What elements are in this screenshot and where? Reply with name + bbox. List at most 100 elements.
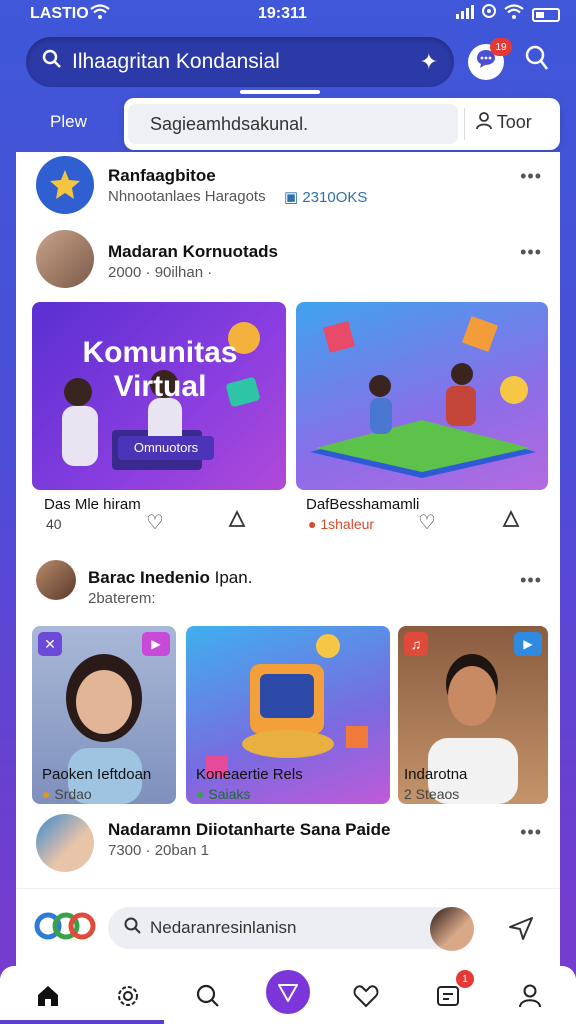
divider <box>464 108 465 140</box>
send-icon[interactable] <box>508 915 534 948</box>
carrier-label: LASTIO <box>30 5 89 22</box>
post-header[interactable]: Ranfaagbitoe Nhnootanlaes Haragots ▣ 231… <box>16 156 560 226</box>
tile-subtitle-text: Srdao <box>54 786 92 802</box>
post-author-suffix: Ipan. <box>214 568 253 587</box>
post-author: Barac Inedenio Ipan. <box>88 568 252 588</box>
more-icon[interactable]: ••• <box>520 822 542 843</box>
tile-overlay-title: Komunitas Virtual <box>82 336 238 403</box>
post-stat-value: 2310OKS <box>302 189 368 206</box>
location-icon <box>482 4 496 25</box>
nav-settings[interactable] <box>108 976 148 1016</box>
nav-create[interactable] <box>266 970 310 1014</box>
tile-subtitle-text: Saiaks <box>208 786 251 802</box>
post-author: Nadaramn Diiotanharte Sana Paide <box>108 820 391 839</box>
gear-icon <box>118 986 138 1006</box>
more-icon[interactable]: ••• <box>520 166 542 187</box>
tile-subtitle-text: 1shaleur <box>320 516 375 532</box>
community-avatar <box>36 156 94 214</box>
nav-search[interactable] <box>188 976 228 1016</box>
search-icon <box>196 984 219 1007</box>
inbox-icon <box>437 986 459 1006</box>
secondary-search-input[interactable]: Sagieamhdsakunal. <box>128 104 458 144</box>
tour-button[interactable]: Toor <box>476 112 532 133</box>
tile-caption: Indarotna <box>404 766 468 783</box>
search-icon <box>124 917 142 940</box>
chat-badge: 19 <box>490 38 512 56</box>
wifi-icon <box>90 4 110 25</box>
send-icon <box>278 984 298 1002</box>
nav-home[interactable] <box>28 976 68 1016</box>
feed-card: Ranfaagbitoe Nhnootanlaes Haragots ▣ 231… <box>16 152 560 964</box>
top-search-bar[interactable]: Ilhaagritan Kondansial ✦ <box>26 37 454 87</box>
media-tile-game[interactable] <box>296 302 548 490</box>
wifi-icon <box>504 4 524 25</box>
signal-icon <box>456 5 474 24</box>
post-author-name: Barac Inedenio <box>88 568 210 587</box>
avatar <box>36 814 94 872</box>
tile-caption: DafBesshamamli <box>306 496 420 513</box>
home-indicator <box>0 1020 164 1024</box>
bottom-nav: 1 <box>0 966 576 1024</box>
play-icon[interactable]: ▶ <box>142 632 170 656</box>
tile-subtitle: ● 1shaleur <box>308 516 375 532</box>
avatar <box>36 230 94 288</box>
home-icon <box>38 986 58 1006</box>
post-meta: 7300 · 20ban 1 <box>108 842 209 859</box>
media-tile-komunitas[interactable]: Komunitas Virtual Omnuotors <box>32 302 286 490</box>
brand-logo <box>34 909 96 943</box>
battery-icon <box>532 7 560 22</box>
tour-label: Toor <box>496 112 532 132</box>
messages-badge: 1 <box>456 970 474 988</box>
music-icon: ♫ <box>404 632 428 656</box>
star-icon <box>50 170 80 199</box>
sparkle-icon[interactable]: ✦ <box>420 49 438 75</box>
search-icon <box>42 49 62 75</box>
post-header[interactable]: Barac Inedenio Ipan. 2baterem: ••• <box>16 560 560 630</box>
comment-input[interactable]: Nedaranresinlanisn <box>108 907 474 949</box>
nav-likes[interactable] <box>346 976 386 1016</box>
search-query: Ilhaagritan Kondansial <box>72 50 280 73</box>
user-icon <box>476 112 492 130</box>
status-icons <box>456 4 560 25</box>
share-icon[interactable] <box>500 508 522 536</box>
tile-subtitle: ● Srdao <box>42 786 92 802</box>
post-author: Ranfaagbitoe <box>108 166 216 185</box>
post-meta: 2baterem: <box>88 590 156 607</box>
post-author: Madaran Kornuotads <box>108 242 279 261</box>
tile-caption: Paoken Ieftdoan <box>42 766 152 783</box>
user-icon <box>519 984 541 1008</box>
post-meta: 2000 · 90ilhan · <box>108 264 213 281</box>
tile-subtitle: ● Saiaks <box>196 786 251 802</box>
post-stat: ▣ 2310OKS <box>284 189 368 206</box>
tab-view[interactable]: Plew <box>50 112 87 132</box>
illustration-image <box>310 316 536 478</box>
tile-subtitle: 40 <box>46 516 62 532</box>
profile-icon <box>525 45 548 70</box>
tab-row: Plew Sagieamhdsakunal. Toor <box>16 98 560 152</box>
comment-placeholder: Nedaranresinlanisn <box>150 918 297 937</box>
share-icon[interactable] <box>226 508 248 536</box>
heart-icon[interactable]: ♡ <box>418 510 436 535</box>
heart-icon <box>353 985 379 1008</box>
more-icon[interactable]: ••• <box>520 570 542 591</box>
tile-overlay-button[interactable]: Omnuotors <box>118 436 214 460</box>
profile-button[interactable] <box>520 44 552 78</box>
tile-subtitle: 2 Steaos <box>404 786 460 802</box>
heart-icon[interactable]: ♡ <box>146 510 164 535</box>
comment-bar: Nedaranresinlanisn <box>16 888 560 968</box>
nav-profile[interactable] <box>510 976 550 1016</box>
active-indicator <box>240 90 320 94</box>
post-header[interactable]: Madaran Kornuotads 2000 · 90ilhan · ••• <box>16 230 560 300</box>
post-meta: Nhnootanlaes Haragots <box>108 188 266 205</box>
post-header[interactable]: Nadaramn Diiotanharte Sana Paide 7300 · … <box>16 814 560 884</box>
clock: 19:311 <box>258 5 307 22</box>
tile-caption: Das Mle hiram <box>44 496 141 513</box>
play-icon[interactable]: ▶ <box>514 632 542 656</box>
avatar <box>36 560 76 600</box>
tab-search-panel: Sagieamhdsakunal. Toor <box>124 98 560 150</box>
more-icon[interactable]: ••• <box>520 242 542 263</box>
avatar <box>430 907 474 951</box>
tile-caption: Koneaertie Rels <box>196 766 303 783</box>
share-badge-icon: ✕ <box>38 632 62 656</box>
chat-button[interactable]: 19 <box>468 38 512 80</box>
